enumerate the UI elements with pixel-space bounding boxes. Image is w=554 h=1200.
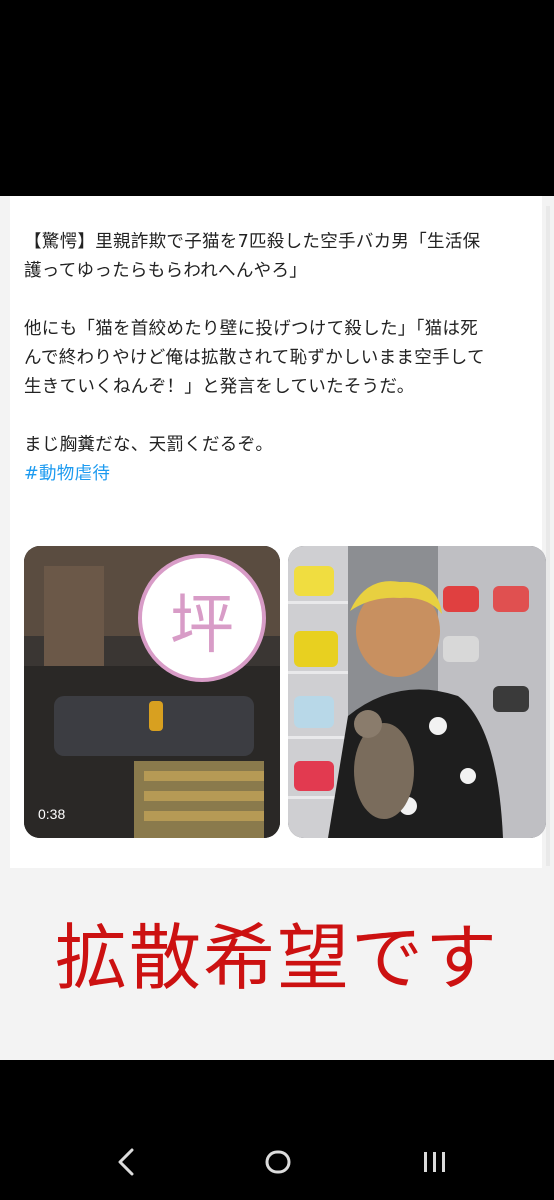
android-navigation-bar	[0, 1060, 554, 1200]
share-appeal-text: 拡散希望です	[54, 916, 499, 1000]
post-container: 【驚愕】里親詐欺で子猫を7匹殺した空手バカ男「生活保 護ってゆったらもらわれへん…	[10, 196, 546, 868]
post-comment: まじ胸糞だな、天罰くだるぞ。	[24, 435, 274, 455]
man-holding-cat-image	[288, 546, 546, 838]
top-black-area	[0, 0, 554, 196]
hashtag-link[interactable]: #動物虐待	[24, 460, 536, 489]
recents-bars-icon	[424, 1152, 445, 1172]
post-title-line-1: 【驚愕】里親詐欺で子猫を7匹殺した空手バカ男「生活保	[24, 232, 481, 252]
recents-button[interactable]	[404, 1140, 464, 1184]
video-thumbnail[interactable]: 坪 0:38	[24, 546, 280, 838]
circle-home-icon	[265, 1150, 291, 1174]
screenshot-card: 【驚愕】里親詐欺で子猫を7匹殺した空手バカ男「生活保 護ってゆったらもらわれへん…	[0, 196, 554, 1060]
post-text: 【驚愕】里親詐欺で子猫を7匹殺した空手バカ男「生活保 護ってゆったらもらわれへん…	[24, 228, 536, 489]
home-button[interactable]	[248, 1140, 308, 1184]
post-body-line-1: 他にも「猫を首絞めたり壁に投げつけて殺した」「猫は死	[24, 319, 479, 339]
chevron-left-icon	[118, 1148, 134, 1176]
back-button[interactable]	[96, 1140, 156, 1184]
scrollbar[interactable]	[546, 206, 550, 866]
post-body-line-2: んで終わりやけど俺は拡散されて恥ずかしいまま空手して	[24, 348, 485, 368]
video-duration: 0:38	[38, 806, 66, 822]
censor-label: 坪	[170, 589, 234, 663]
post-title-line-2: 護ってゆったらもらわれへんやろ」	[24, 261, 308, 281]
post-body-line-3: 生きていくねんぞ！」と発言をしていたそうだ。	[24, 377, 415, 397]
photo-thumbnail[interactable]	[288, 546, 546, 838]
